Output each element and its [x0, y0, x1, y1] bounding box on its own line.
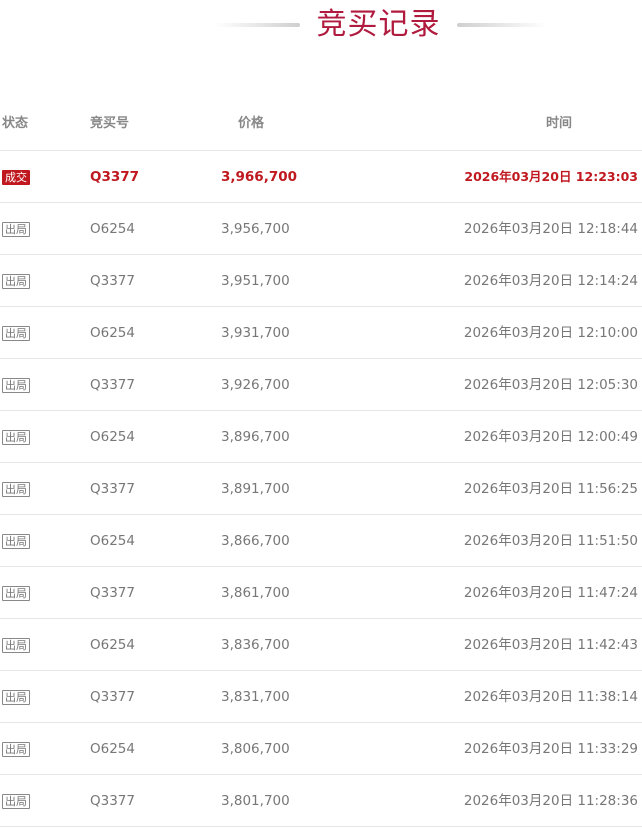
bid-price: 3,966,700 [221, 169, 298, 185]
bid-price: 3,861,700 [221, 585, 290, 601]
status-badge: 出局 [2, 638, 30, 653]
status-cell: 出局 [2, 792, 30, 810]
table-row: 出局 Q3377 3,926,700 2026年03月20日 12:05:30 [0, 359, 642, 411]
bidder-number: O6254 [90, 533, 135, 549]
status-cell: 成交 [2, 168, 30, 186]
bid-price: 3,836,700 [221, 637, 290, 653]
bid-price: 3,931,700 [221, 325, 290, 341]
bid-time: 2026年03月20日 11:28:36 [463, 793, 638, 809]
bid-price: 3,896,700 [221, 429, 290, 445]
bid-time: 2026年03月20日 12:23:03 [464, 169, 638, 184]
table-row: 出局 O6254 3,866,700 2026年03月20日 11:51:50 [0, 515, 642, 567]
status-cell: 出局 [2, 376, 30, 394]
bidder-number: O6254 [90, 325, 135, 341]
table-row: 出局 Q3377 3,861,700 2026年03月20日 11:47:24 [0, 567, 642, 619]
bidder-number: O6254 [90, 741, 135, 757]
bidder-number: Q3377 [90, 273, 135, 289]
bidder-number: O6254 [90, 429, 135, 445]
bid-price: 3,956,700 [221, 221, 290, 237]
column-header-time: 时间 [545, 116, 572, 131]
bidder-number: Q3377 [90, 689, 135, 705]
bid-record-list: 成交 Q3377 3,966,700 2026年03月20日 12:23:03 出局 O6… [0, 151, 642, 827]
bid-time: 2026年03月20日 11:56:25 [463, 481, 638, 497]
status-badge: 成交 [2, 170, 30, 185]
bid-price: 3,801,700 [221, 793, 290, 809]
table-row: 出局 Q3377 3,801,700 2026年03月20日 11:28:36 [0, 775, 642, 827]
table-row: 出局 Q3377 3,891,700 2026年03月20日 11:56:25 [0, 463, 642, 515]
bid-price: 3,926,700 [221, 377, 290, 393]
status-badge: 出局 [2, 794, 30, 809]
bidder-number: Q3377 [90, 377, 135, 393]
title-decoration-right [457, 23, 547, 27]
table-row: 出局 O6254 3,931,700 2026年03月20日 12:10:00 [0, 307, 642, 359]
bid-time: 2026年03月20日 12:10:00 [463, 325, 638, 341]
bidder-number: Q3377 [90, 793, 135, 809]
bid-time: 2026年03月20日 11:42:43 [463, 637, 638, 653]
bid-time: 2026年03月20日 11:38:14 [463, 689, 638, 705]
status-badge: 出局 [2, 378, 30, 393]
bid-time: 2026年03月20日 11:51:50 [463, 533, 638, 549]
bidder-number: Q3377 [90, 585, 135, 601]
bid-time: 2026年03月20日 11:47:24 [463, 585, 638, 601]
table-row: 出局 O6254 3,806,700 2026年03月20日 11:33:29 [0, 723, 642, 775]
bid-price: 3,831,700 [221, 689, 290, 705]
bid-time: 2026年03月20日 11:33:29 [463, 741, 638, 757]
table-row: 出局 O6254 3,896,700 2026年03月20日 12:00:49 [0, 411, 642, 463]
status-cell: 出局 [2, 688, 30, 706]
bidder-number: O6254 [90, 637, 135, 653]
column-header-price: 价格 [238, 116, 265, 131]
status-badge: 出局 [2, 222, 30, 237]
table-header: 状态 竞买号 价格 时间 [0, 98, 642, 151]
status-badge: 出局 [2, 274, 30, 289]
status-badge: 出局 [2, 742, 30, 757]
status-badge: 出局 [2, 586, 30, 601]
bid-price: 3,951,700 [221, 273, 290, 289]
status-badge: 出局 [2, 326, 30, 341]
table-row: 成交 Q3377 3,966,700 2026年03月20日 12:23:03 [0, 151, 642, 203]
status-badge: 出局 [2, 482, 30, 497]
status-cell: 出局 [2, 532, 30, 550]
bid-time: 2026年03月20日 12:00:49 [463, 429, 638, 445]
bid-time: 2026年03月20日 12:18:44 [463, 221, 638, 237]
bid-time: 2026年03月20日 12:14:24 [463, 273, 638, 289]
table-row: 出局 O6254 3,956,700 2026年03月20日 12:18:44 [0, 203, 642, 255]
table-row: 出局 Q3377 3,951,700 2026年03月20日 12:14:24 [0, 255, 642, 307]
status-cell: 出局 [2, 324, 30, 342]
column-header-bidder: 竞买号 [90, 116, 130, 131]
bid-price: 3,806,700 [221, 741, 290, 757]
status-cell: 出局 [2, 636, 30, 654]
title-decoration-left [215, 23, 300, 27]
status-cell: 出局 [2, 480, 30, 498]
bidder-number: Q3377 [90, 481, 135, 497]
status-cell: 出局 [2, 740, 30, 758]
status-badge: 出局 [2, 690, 30, 705]
table-row: 出局 Q3377 3,831,700 2026年03月20日 11:38:14 [0, 671, 642, 723]
status-cell: 出局 [2, 220, 30, 238]
bidder-number: Q3377 [90, 169, 140, 185]
bid-time: 2026年03月20日 12:05:30 [463, 377, 638, 393]
status-cell: 出局 [2, 584, 30, 602]
bid-price: 3,891,700 [221, 481, 290, 497]
bidder-number: O6254 [90, 221, 135, 237]
status-badge: 出局 [2, 430, 30, 445]
status-cell: 出局 [2, 428, 30, 446]
column-header-status: 状态 [2, 116, 29, 131]
page-title: 竞买记录 [316, 7, 441, 42]
status-cell: 出局 [2, 272, 30, 290]
status-badge: 出局 [2, 534, 30, 549]
section-title: 竞买记录 [0, 0, 642, 50]
table-row: 出局 O6254 3,836,700 2026年03月20日 11:42:43 [0, 619, 642, 671]
bid-price: 3,866,700 [221, 533, 290, 549]
